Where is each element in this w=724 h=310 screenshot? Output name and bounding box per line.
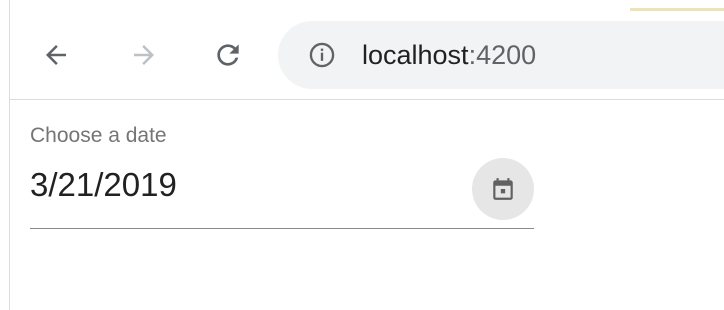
date-input[interactable] — [30, 166, 460, 204]
address-bar[interactable]: localhost:4200 — [278, 21, 724, 89]
info-icon[interactable] — [308, 41, 336, 69]
browser-toolbar: localhost:4200 — [10, 11, 724, 100]
reload-icon — [217, 44, 239, 66]
window-top-edge — [10, 0, 724, 10]
forward-button[interactable] — [122, 33, 166, 77]
arrow-left-icon — [46, 45, 66, 65]
calendar-icon — [493, 178, 513, 200]
date-field-underline — [30, 228, 534, 229]
reload-button[interactable] — [206, 33, 250, 77]
date-field-label: Choose a date — [30, 124, 167, 147]
back-button[interactable] — [34, 33, 78, 77]
page-content: Choose a date — [10, 100, 724, 310]
url-text[interactable]: localhost:4200 — [362, 37, 536, 73]
url-host: localhost — [362, 40, 469, 70]
window-left-edge — [0, 0, 10, 310]
datepicker-toggle-button[interactable] — [472, 158, 534, 220]
arrow-right-icon — [134, 45, 154, 65]
url-port: :4200 — [468, 40, 537, 70]
